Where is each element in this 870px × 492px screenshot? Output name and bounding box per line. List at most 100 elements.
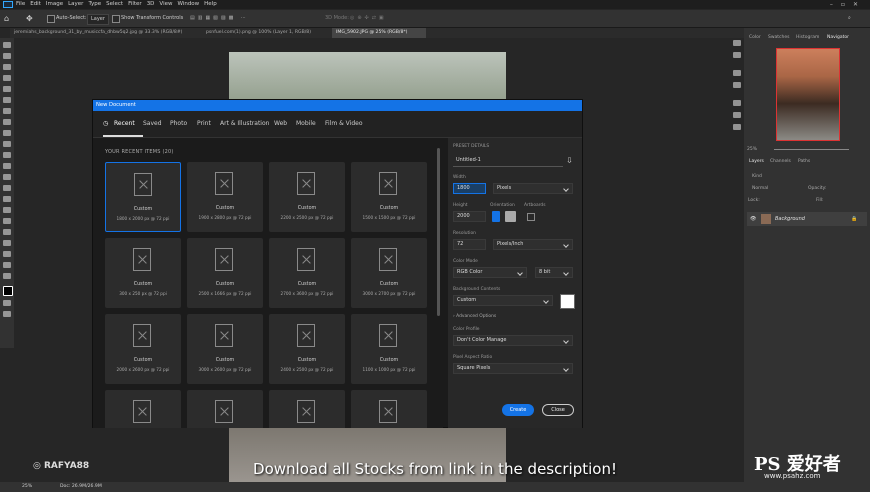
path-select-icon[interactable] (3, 240, 11, 246)
document-name-input[interactable]: Untitled-1 (453, 156, 563, 167)
resolution-input[interactable]: 72 (453, 239, 486, 250)
navigator-thumbnail[interactable] (776, 48, 840, 141)
width-input[interactable]: 1800 (453, 183, 486, 194)
tab-doc-2[interactable]: psnfuel.com(1).png @ 100% (Layer 1, RGB/… (202, 28, 334, 38)
recent-item-card[interactable]: Custom 1100 x 1000 px @ 72 ppi (351, 314, 427, 384)
frame-icon[interactable] (3, 108, 11, 114)
color-mode-select[interactable]: RGB Color (453, 267, 527, 278)
cube-icon[interactable] (733, 100, 741, 106)
tab-print[interactable]: Print (197, 120, 211, 127)
tab-layers[interactable]: Layers (749, 159, 764, 164)
recent-item-card[interactable]: Custom 2400 x 2500 px @ 72 ppi (269, 314, 345, 384)
bit-depth-select[interactable]: 8 bit (535, 267, 573, 278)
menu-layer[interactable]: Layer (68, 0, 83, 9)
height-input[interactable]: 2000 (453, 211, 486, 222)
blend-mode-select[interactable]: Normal (752, 186, 768, 191)
dodge-icon[interactable] (3, 207, 11, 213)
tab-mobile[interactable]: Mobile (296, 120, 316, 127)
align-icons[interactable]: ▤▥▦▧▨▩ ⋯ (190, 10, 249, 27)
show-transform-checkbox[interactable] (112, 15, 120, 23)
3d-tools-icons[interactable]: ◎⊕✣⇄▣ (350, 10, 387, 27)
eraser-icon[interactable] (3, 174, 11, 180)
foreground-color-swatch[interactable] (3, 286, 13, 296)
screen-mode-icon[interactable] (3, 311, 11, 317)
menu-edit[interactable]: Edit (30, 0, 41, 9)
menu-help[interactable]: Help (204, 0, 217, 9)
hand-icon[interactable] (3, 262, 11, 268)
recent-item-card[interactable]: Custom 3000 x 2600 px @ 72 ppi (187, 314, 263, 384)
play-icon-2[interactable] (733, 52, 741, 58)
tab-film-video[interactable]: Film & Video (325, 120, 363, 127)
artboard-icon[interactable] (3, 53, 11, 59)
tab-swatches[interactable]: Swatches (768, 35, 790, 40)
blur-icon[interactable] (3, 196, 11, 202)
close-button[interactable]: Close (542, 404, 574, 416)
recent-item-card[interactable]: Custom 1900 x 2800 px @ 72 ppi (187, 162, 263, 232)
recent-item-card[interactable]: Custom 2700 x 3600 px @ 72 ppi (269, 238, 345, 308)
menu-3d[interactable]: 3D (147, 0, 155, 9)
recent-item-card[interactable]: Custom 2500 x 1666 px @ 72 ppi (187, 238, 263, 308)
eye-icon[interactable]: 👁 (750, 212, 756, 226)
recent-item-card[interactable]: Custom 300 x 250 px @ 72 ppi (105, 238, 181, 308)
quick-mask-icon[interactable] (3, 300, 11, 306)
layer-select[interactable]: Layer (87, 14, 109, 25)
tab-recent[interactable]: Recent (114, 120, 135, 127)
menu-file[interactable]: File (16, 0, 25, 9)
auto-select-checkbox[interactable] (47, 15, 55, 23)
play-icon[interactable] (733, 40, 741, 46)
layer-filter-kind[interactable]: Kind (752, 174, 762, 179)
pixel-aspect-select[interactable]: Square Pixels (453, 363, 573, 374)
recent-item-card[interactable] (351, 390, 427, 428)
width-unit-select[interactable]: Pixels (493, 183, 573, 194)
color-profile-select[interactable]: Don't Color Manage (453, 335, 573, 346)
recent-item-card[interactable] (269, 390, 345, 428)
tab-paths[interactable]: Paths (798, 159, 810, 164)
advanced-options-toggle[interactable]: › Advanced Options (453, 314, 496, 319)
tab-saved[interactable]: Saved (143, 120, 162, 127)
recent-item-card[interactable] (105, 390, 181, 428)
tab-color[interactable]: Color (749, 35, 761, 40)
tab-doc-3[interactable]: IMG_5902.JPG @ 25% (RGB/8*) (332, 28, 426, 38)
recent-items-scrollbar[interactable] (437, 148, 440, 316)
eyedropper-icon[interactable] (3, 119, 11, 125)
tab-navigator[interactable]: Navigator (827, 35, 849, 40)
tab-histogram[interactable]: Histogram (796, 35, 819, 40)
menu-type[interactable]: Type (88, 0, 101, 9)
tab-photo[interactable]: Photo (170, 120, 187, 127)
move-icon[interactable] (3, 42, 11, 48)
recent-item-card[interactable]: Custom 3000 x 2700 px @ 72 ppi (351, 238, 427, 308)
landscape-orientation-button[interactable] (505, 211, 516, 222)
menu-window[interactable]: Window (177, 0, 199, 9)
lasso-icon[interactable] (3, 75, 11, 81)
healing-icon[interactable] (3, 130, 11, 136)
properties-icon[interactable] (733, 112, 741, 118)
crop-icon[interactable] (3, 97, 11, 103)
save-preset-icon[interactable]: ⇩ (566, 156, 573, 165)
zoom-slider[interactable] (774, 149, 849, 150)
zoom-icon[interactable] (3, 273, 11, 279)
menu-view[interactable]: View (159, 0, 172, 9)
recent-item-card[interactable] (187, 390, 263, 428)
move-tool-icon[interactable]: ✥ (26, 10, 33, 27)
shape-icon[interactable] (3, 251, 11, 257)
menu-image[interactable]: Image (46, 0, 63, 9)
create-button[interactable]: Create (502, 404, 534, 416)
search-icon[interactable]: ⌕ (848, 10, 851, 27)
tab-art-illustration[interactable]: Art & Illustration (220, 120, 269, 127)
type-icon[interactable] (3, 229, 11, 235)
menu-filter[interactable]: Filter (128, 0, 142, 9)
gradient-icon[interactable] (3, 185, 11, 191)
tab-doc-1[interactable]: jeremiahs_background_31_by_musiccfa_dhbw… (10, 28, 202, 38)
pen-icon[interactable] (3, 218, 11, 224)
adjust-icon[interactable] (733, 70, 741, 76)
tools-icon[interactable] (733, 82, 741, 88)
portrait-orientation-button[interactable] (492, 211, 500, 222)
background-contents-select[interactable]: Custom (453, 295, 553, 306)
info-icon[interactable] (733, 124, 741, 130)
recent-item-card[interactable]: Custom 1800 x 2000 px @ 72 ppi (105, 162, 181, 232)
recent-item-card[interactable]: Custom 2000 x 2600 px @ 72 ppi (105, 314, 181, 384)
tab-channels[interactable]: Channels (770, 159, 791, 164)
recent-item-card[interactable]: Custom 1500 x 1500 px @ 72 ppi (351, 162, 427, 232)
layer-row-background[interactable]: 👁 Background 🔒 (747, 212, 867, 226)
home-icon[interactable]: ⌂ (4, 10, 9, 27)
